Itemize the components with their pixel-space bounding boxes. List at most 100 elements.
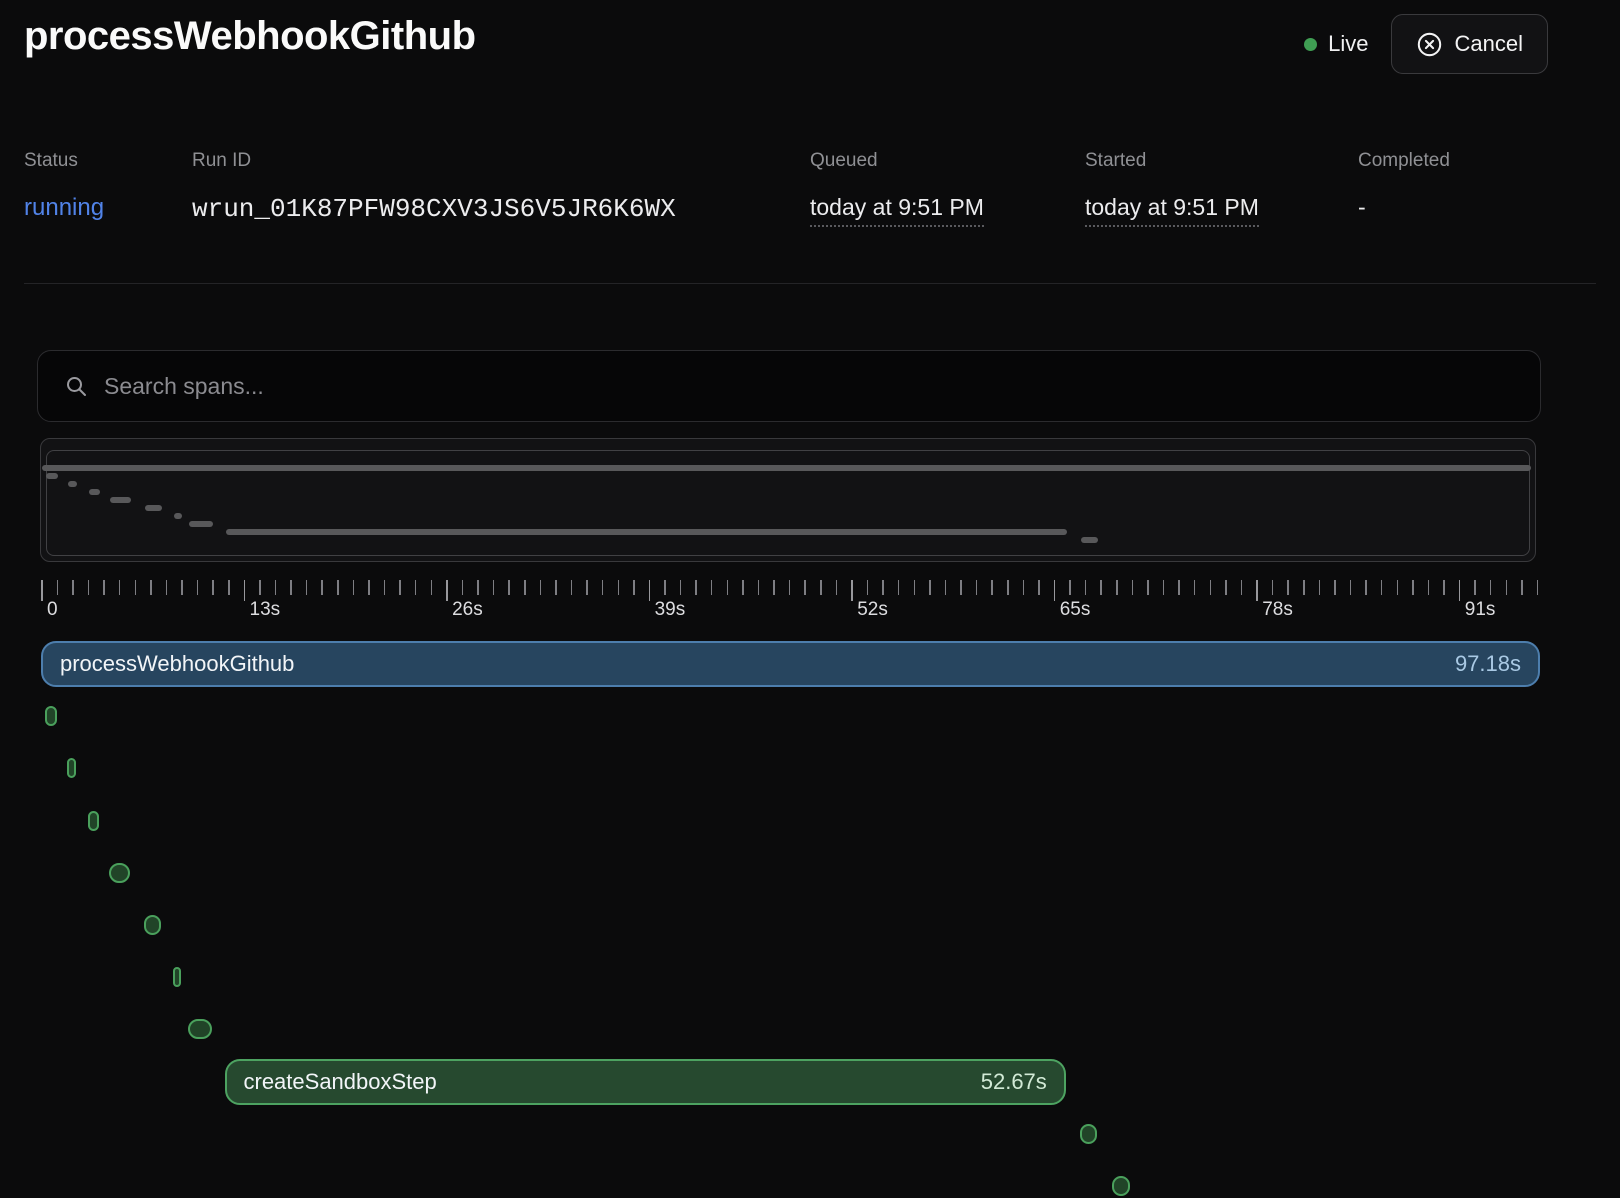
- span-name: createSandboxStep: [244, 1069, 437, 1095]
- live-status-dot: [1304, 38, 1317, 51]
- ruler-tick-label: 78s: [1262, 599, 1293, 621]
- ruler-minor-tick: [493, 580, 495, 595]
- page-title: processWebhookGithub: [24, 14, 476, 59]
- ruler-tick-label: 26s: [452, 599, 483, 621]
- ruler-minor-tick: [103, 580, 105, 595]
- minimap-span: [174, 513, 182, 519]
- ruler-minor-tick: [555, 580, 557, 595]
- ruler-minor-tick: [1319, 580, 1321, 595]
- ruler-minor-tick: [1194, 580, 1196, 595]
- ruler-minor-tick: [1521, 580, 1523, 595]
- ruler-minor-tick: [1490, 580, 1492, 595]
- ruler-minor-tick: [368, 580, 370, 595]
- ruler-minor-tick: [1287, 580, 1289, 595]
- ruler-minor-tick: [399, 580, 401, 595]
- ruler-minor-tick: [1069, 580, 1071, 595]
- ruler-minor-tick: [1241, 580, 1243, 595]
- ruler-minor-tick: [1007, 580, 1009, 595]
- ruler-major-tick: [244, 580, 246, 601]
- trace-span-bar[interactable]: createSandboxStep52.67s: [225, 1059, 1066, 1105]
- ruler-major-tick: [1256, 580, 1258, 601]
- ruler-minor-tick: [571, 580, 573, 595]
- ruler-major-tick: [41, 580, 43, 601]
- ruler-minor-tick: [960, 580, 962, 595]
- search-spans-input[interactable]: [104, 373, 1514, 400]
- ruler-minor-tick: [773, 580, 775, 595]
- ruler-minor-tick: [727, 580, 729, 595]
- run-id-value: wrun_01K87PFW98CXV3JS6V5JR6K6WX: [192, 194, 676, 224]
- live-indicator: Live: [1304, 31, 1368, 57]
- ruler-minor-tick: [1038, 580, 1040, 595]
- completed-label: Completed: [1358, 150, 1450, 172]
- minimap-span: [189, 521, 213, 527]
- live-label: Live: [1328, 31, 1368, 57]
- ruler-minor-tick: [758, 580, 760, 595]
- minimap-span: [89, 489, 100, 495]
- trace-span-chip[interactable]: [173, 967, 181, 987]
- started-label: Started: [1085, 150, 1259, 172]
- trace-span-chip[interactable]: [88, 811, 99, 831]
- ruler-major-tick: [1054, 580, 1056, 601]
- ruler-minor-tick: [1178, 580, 1180, 595]
- ruler-minor-tick: [57, 580, 59, 595]
- status-label: Status: [24, 150, 104, 172]
- span-duration: 97.18s: [1455, 651, 1521, 677]
- ruler-minor-tick: [1412, 580, 1414, 595]
- trace-span-chip[interactable]: [1112, 1176, 1130, 1196]
- trace-span-chip[interactable]: [1080, 1124, 1097, 1144]
- ruler-minor-tick: [1397, 580, 1399, 595]
- ruler-tick-label: 13s: [250, 599, 281, 621]
- ruler-minor-tick: [306, 580, 308, 595]
- ruler-minor-tick: [540, 580, 542, 595]
- ruler-minor-tick: [384, 580, 386, 595]
- started-column: Started today at 9:51 PM: [1085, 150, 1259, 227]
- circle-x-icon: [1416, 31, 1443, 58]
- ruler-minor-tick: [664, 580, 666, 595]
- ruler-minor-tick: [1381, 580, 1383, 595]
- queued-timestamp[interactable]: today at 9:51 PM: [810, 194, 984, 227]
- ruler-minor-tick: [867, 580, 869, 595]
- ruler-minor-tick: [1537, 580, 1539, 595]
- ruler-minor-tick: [321, 580, 323, 595]
- minimap-span: [68, 481, 77, 487]
- ruler-minor-tick: [618, 580, 620, 595]
- ruler-minor-tick: [945, 580, 947, 595]
- ruler-minor-tick: [431, 580, 433, 595]
- ruler-minor-tick: [711, 580, 713, 595]
- ruler-minor-tick: [353, 580, 355, 595]
- ruler-minor-tick: [135, 580, 137, 595]
- ruler-minor-tick: [166, 580, 168, 595]
- ruler-minor-tick: [290, 580, 292, 595]
- ruler-minor-tick: [914, 580, 916, 595]
- trace-span-chip[interactable]: [45, 706, 57, 726]
- ruler-minor-tick: [119, 580, 121, 595]
- ruler-minor-tick: [1163, 580, 1165, 595]
- ruler-tick-label: 52s: [857, 599, 888, 621]
- trace-span-chip[interactable]: [144, 915, 161, 935]
- cancel-run-button[interactable]: Cancel: [1391, 14, 1548, 74]
- trace-span-bar[interactable]: processWebhookGithub 97.18s: [41, 641, 1540, 687]
- ruler-major-tick: [1459, 580, 1461, 601]
- minimap-span: [1081, 537, 1098, 543]
- ruler-minor-tick: [212, 580, 214, 595]
- ruler-minor-tick: [1210, 580, 1212, 595]
- ruler-minor-tick: [1132, 580, 1134, 595]
- ruler-minor-tick: [508, 580, 510, 595]
- ruler-minor-tick: [1474, 580, 1476, 595]
- started-timestamp[interactable]: today at 9:51 PM: [1085, 194, 1259, 227]
- header-actions: Live Cancel: [1304, 14, 1548, 74]
- ruler-minor-tick: [898, 580, 900, 595]
- ruler-minor-tick: [789, 580, 791, 595]
- ruler-minor-tick: [1100, 580, 1102, 595]
- ruler-minor-tick: [1350, 580, 1352, 595]
- status-column: Status running: [24, 150, 104, 222]
- search-spans-box[interactable]: [37, 350, 1541, 422]
- trace-span-chip[interactable]: [67, 758, 76, 778]
- ruler-minor-tick: [1023, 580, 1025, 595]
- ruler-minor-tick: [150, 580, 152, 595]
- ruler-minor-tick: [1303, 580, 1305, 595]
- trace-span-chip[interactable]: [188, 1019, 212, 1039]
- trace-span-chip[interactable]: [109, 863, 130, 883]
- trace-minimap[interactable]: [40, 438, 1536, 562]
- span-name: processWebhookGithub: [60, 651, 294, 677]
